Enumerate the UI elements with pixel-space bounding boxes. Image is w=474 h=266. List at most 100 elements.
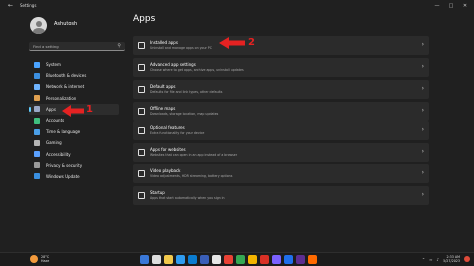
- notification-icon[interactable]: [464, 256, 470, 262]
- card-subtitle: Extra functionality for your device: [150, 130, 205, 135]
- annotation-arrow-1-icon: [62, 105, 84, 117]
- sidebar-icon: [34, 139, 40, 146]
- chevron-up-icon[interactable]: ⌃: [422, 257, 425, 262]
- active-indicator: [29, 106, 31, 112]
- sidebar-item-label: Personalization: [46, 95, 77, 101]
- app-settings-icon: [138, 192, 145, 199]
- sidebar-item-label: Windows Update: [46, 173, 80, 179]
- clock[interactable]: 2:33 AM 5/27/2023: [443, 255, 460, 263]
- card-subtitle: Video adjustments, HDR streaming, batter…: [150, 173, 233, 178]
- card-subtitle: Defaults for file and link types, other …: [150, 89, 223, 94]
- sidebar-item-network-internet[interactable]: Network & internet: [29, 81, 119, 92]
- chevron-right-icon: ›: [421, 148, 424, 155]
- close-icon[interactable]: ✕: [458, 1, 472, 11]
- card-startup[interactable]: Startup Apps that start automatically whe…: [133, 186, 429, 205]
- maximize-icon[interactable]: □: [444, 1, 458, 11]
- weather-sun-icon: [30, 255, 38, 263]
- card-default-apps[interactable]: Default apps Defaults for file and link t…: [133, 80, 429, 99]
- search-icon[interactable]: ⚲: [117, 43, 121, 49]
- card-title: Offline maps: [150, 105, 176, 111]
- annotation-number-2: 2: [248, 37, 255, 48]
- taskbar-app-icon[interactable]: [272, 255, 281, 264]
- sidebar-item-personalization[interactable]: Personalization: [29, 93, 119, 104]
- annotation-number-1: 1: [86, 104, 93, 115]
- taskbar-app-icon[interactable]: [260, 255, 269, 264]
- taskbar-app-icon[interactable]: [284, 255, 293, 264]
- sidebar-item-gaming[interactable]: Gaming: [29, 137, 119, 148]
- sidebar-item-bluetooth-devices[interactable]: Bluetooth & devices: [29, 70, 119, 81]
- card-offline-maps[interactable]: Offline maps Downloads, storage location,…: [133, 102, 429, 121]
- app-settings-icon: [138, 108, 145, 115]
- user-name: Ashutosh: [54, 21, 78, 27]
- sidebar-item-privacy-security[interactable]: Privacy & security: [29, 160, 119, 171]
- weather-desc: Haze: [41, 259, 50, 263]
- taskbar-app-icon[interactable]: [308, 255, 317, 264]
- taskbar-app-icon[interactable]: [188, 255, 197, 264]
- page-title: Apps: [133, 14, 156, 24]
- window-title: Settings: [20, 3, 37, 8]
- app-settings-icon: [138, 170, 145, 177]
- system-tray: ⌃ ≈ ♪ 2:33 AM 5/27/2023: [422, 255, 470, 263]
- taskbar: 28°C Haze ⌃ ≈ ♪ 2:33 AM 5/27/2023: [0, 252, 474, 266]
- app-settings-icon: [138, 42, 145, 49]
- app-settings-icon: [138, 149, 145, 156]
- window-controls: — □ ✕: [430, 1, 472, 11]
- search-input[interactable]: Find a setting ⚲: [29, 42, 125, 51]
- sidebar-icon: [34, 95, 40, 102]
- taskbar-app-icon[interactable]: [200, 255, 209, 264]
- sidebar-item-label: Bluetooth & devices: [46, 73, 87, 79]
- app-settings-icon: [138, 127, 145, 134]
- minimize-icon[interactable]: —: [430, 1, 444, 11]
- card-title: Apps for websites: [150, 146, 186, 152]
- sidebar-icon: [34, 128, 40, 135]
- sidebar-icon: [34, 72, 40, 79]
- taskbar-app-icon[interactable]: [152, 255, 161, 264]
- volume-icon[interactable]: ♪: [437, 257, 440, 262]
- taskbar-app-icon[interactable]: [140, 255, 149, 264]
- card-title: Optional features: [150, 124, 185, 130]
- annotation-arrow-2-icon: [219, 37, 245, 49]
- avatar-head-icon: [35, 20, 42, 27]
- card-optional-features[interactable]: Optional features Extra functionality for…: [133, 121, 429, 140]
- taskbar-app-icon[interactable]: [164, 255, 173, 264]
- taskbar-app-icon[interactable]: [296, 255, 305, 264]
- sidebar-item-system[interactable]: System: [29, 59, 119, 70]
- sidebar-icon: [34, 151, 40, 158]
- taskbar-app-icon[interactable]: [212, 255, 221, 264]
- card-advanced-app-settings[interactable]: Advanced app settings Choose where to get…: [133, 58, 429, 77]
- app-settings-icon: [138, 86, 145, 93]
- title-bar: ← Settings — □ ✕: [0, 0, 474, 13]
- sidebar-item-label: Accessibility: [46, 151, 71, 157]
- sidebar-item-time-language[interactable]: Time & language: [29, 126, 119, 137]
- sidebar-item-label: Network & internet: [46, 84, 85, 90]
- sidebar-item-label: Time & language: [46, 129, 81, 135]
- avatar-body-icon: [32, 28, 45, 34]
- sidebar-item-windows-update[interactable]: Windows Update: [29, 171, 119, 182]
- taskbar-app-icon[interactable]: [176, 255, 185, 264]
- back-arrow-icon[interactable]: ←: [8, 2, 13, 10]
- chevron-right-icon: ›: [421, 41, 424, 48]
- chevron-right-icon: ›: [421, 126, 424, 133]
- wifi-icon[interactable]: ≈: [429, 257, 432, 262]
- taskbar-app-icon[interactable]: [236, 255, 245, 264]
- card-video-playback[interactable]: Video playback Video adjustments, HDR str…: [133, 164, 429, 183]
- card-subtitle: Websites that can open in an app instead…: [150, 152, 238, 157]
- sidebar-nav: System Bluetooth & devices Network & inter…: [29, 59, 119, 182]
- sidebar-item-label: System: [46, 62, 61, 68]
- settings-window: ← Settings — □ ✕ Ashutosh Find a setting…: [0, 0, 474, 252]
- sidebar-icon: [34, 162, 40, 169]
- sidebar-icon: [34, 106, 40, 113]
- card-title: Startup: [150, 189, 165, 195]
- sidebar-item-accessibility[interactable]: Accessibility: [29, 149, 119, 160]
- chevron-right-icon: ›: [421, 85, 424, 92]
- avatar[interactable]: [30, 17, 47, 34]
- card-title: Advanced app settings: [150, 61, 196, 67]
- card-installed-apps[interactable]: Installed apps Uninstall and manage apps …: [133, 36, 429, 55]
- chevron-right-icon: ›: [421, 169, 424, 176]
- sidebar-item-label: Apps: [46, 106, 56, 112]
- card-apps-for-websites[interactable]: Apps for websites Websites that can open …: [133, 143, 429, 162]
- taskbar-app-icon[interactable]: [224, 255, 233, 264]
- weather-widget[interactable]: 28°C Haze: [30, 255, 49, 263]
- card-title: Video playback: [150, 167, 181, 173]
- taskbar-app-icon[interactable]: [248, 255, 257, 264]
